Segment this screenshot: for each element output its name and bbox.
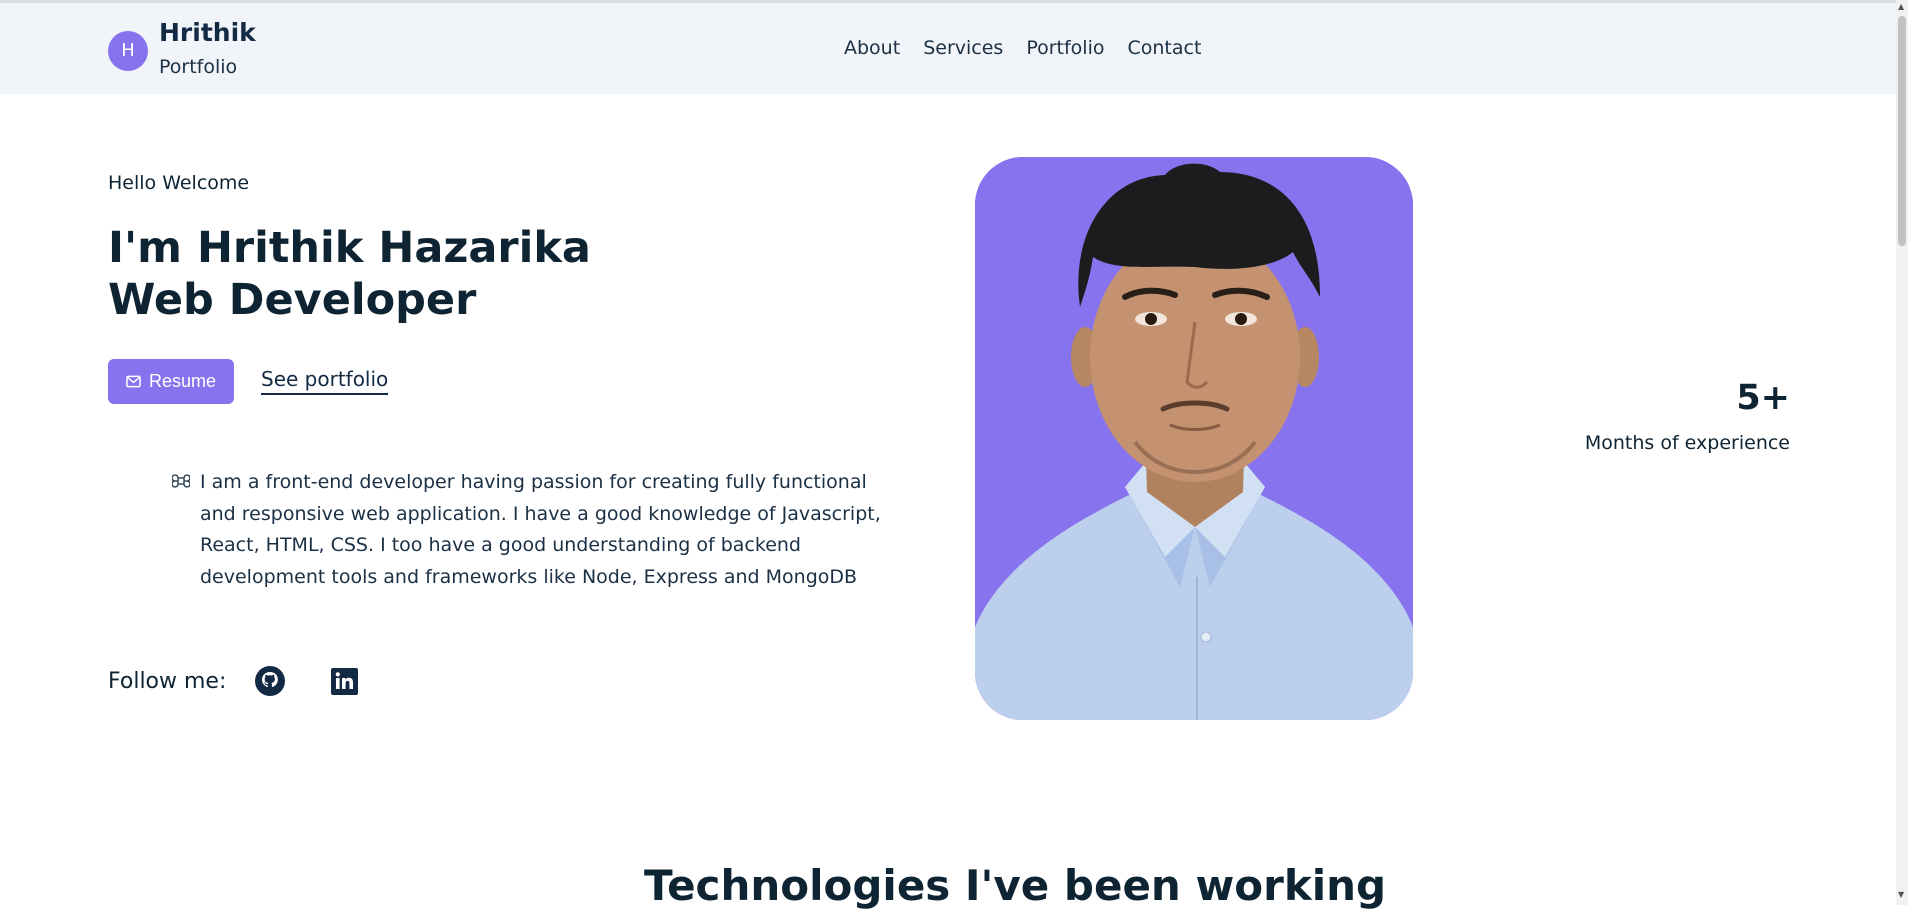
nav-services[interactable]: Services — [923, 37, 1003, 59]
follow-label: Follow me: — [108, 669, 227, 694]
logo-avatar[interactable]: H — [108, 31, 148, 71]
resume-button-label: Resume — [148, 371, 217, 391]
github-icon[interactable] — [255, 666, 285, 696]
linkedin-icon[interactable] — [331, 668, 358, 695]
main-nav: About Services Portfolio Contact — [844, 37, 1201, 59]
mail-icon — [126, 375, 141, 388]
hero-title-name: I'm Hrithik Hazarika — [108, 223, 591, 273]
technologies-heading: Technologies I've been working — [644, 861, 1387, 910]
hero-title: I'm Hrithik Hazarika Web Developer — [108, 222, 591, 326]
site-header: H Hrithik Portfolio About Services Portf… — [0, 3, 1896, 94]
hero-title-role: Web Developer — [108, 275, 477, 325]
greeting-text: Hello Welcome — [108, 172, 250, 194]
see-portfolio-link[interactable]: See portfolio — [261, 367, 389, 395]
command-icon — [172, 474, 190, 488]
nav-portfolio[interactable]: Portfolio — [1026, 37, 1104, 59]
about-description: I am a front-end developer having passio… — [200, 471, 881, 588]
portrait-illustration — [975, 157, 1413, 720]
brand-name[interactable]: Hrithik — [159, 18, 256, 47]
brand-subtitle: Portfolio — [159, 56, 238, 78]
nav-contact[interactable]: Contact — [1127, 37, 1201, 59]
profile-photo — [975, 157, 1413, 720]
scrollbar-thumb[interactable] — [1898, 16, 1906, 246]
experience-value: 5+ — [1736, 378, 1790, 418]
scroll-down-arrow-icon[interactable]: ▼ — [1898, 890, 1904, 899]
experience-label: Months of experience — [1584, 432, 1790, 454]
nav-about[interactable]: About — [844, 37, 900, 59]
scroll-up-arrow-icon[interactable]: ▲ — [1898, 2, 1904, 11]
resume-button[interactable]: Resume — [108, 359, 234, 404]
